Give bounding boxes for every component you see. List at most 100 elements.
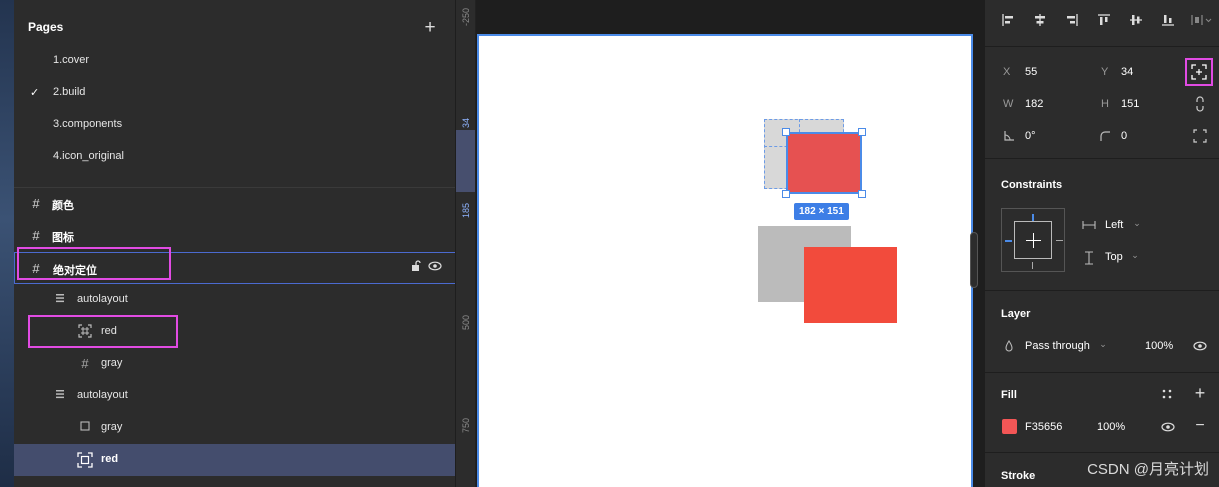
x-label: X (1003, 66, 1011, 78)
page-item-icon-original[interactable]: 4.icon_original (53, 150, 124, 162)
h-label: H (1101, 98, 1109, 110)
unlock-icon[interactable] (408, 260, 424, 276)
ruler-label: 500 (461, 314, 471, 330)
absolute-frame-icon (77, 452, 93, 468)
align-center-h-icon[interactable] (1031, 13, 1049, 31)
fill-color-swatch[interactable] (1002, 419, 1017, 434)
frame-hash-icon: # (32, 196, 40, 211)
highlight-box (28, 315, 178, 348)
rotation-icon (1001, 130, 1017, 145)
frame-hash-icon: # (32, 228, 40, 243)
resize-handle[interactable] (858, 190, 866, 198)
page-item-cover[interactable]: 1.cover (53, 54, 89, 66)
layer-row[interactable]: # gray (14, 348, 455, 380)
stroke-title: Stroke (1001, 470, 1036, 482)
rectangle-icon (77, 420, 93, 436)
layer-label: red (101, 453, 119, 465)
page-item-build[interactable]: 2.build (53, 86, 85, 98)
watermark: CSDN @月亮计划 (1087, 461, 1209, 478)
layer-title: Layer (1001, 308, 1031, 320)
y-label: Y (1101, 66, 1109, 78)
properties-panel: X 55 Y 34 W 182 H 151 0° 0 Constraints L… (984, 0, 1219, 487)
vertical-constraint-icon (1081, 251, 1097, 268)
align-bottom-icon[interactable] (1159, 13, 1177, 31)
align-center-v-icon[interactable] (1127, 13, 1145, 31)
distribute-menu-icon[interactable] (1189, 13, 1215, 31)
red-rect[interactable] (804, 247, 897, 323)
rotation-input[interactable]: 0° (1025, 130, 1036, 142)
style-grid-icon[interactable] (1159, 388, 1175, 403)
layer-label: 图标 (52, 232, 74, 244)
resize-handle[interactable] (782, 190, 790, 198)
blend-mode-select[interactable]: Pass through (1025, 340, 1090, 352)
divider (985, 290, 1219, 291)
layer-label: gray (101, 357, 123, 369)
constraint-left-bar[interactable] (1005, 240, 1012, 242)
constraint-center-v (1033, 233, 1034, 248)
remove-fill-icon[interactable]: − (1192, 417, 1208, 435)
fill-opacity-input[interactable]: 100% (1097, 421, 1125, 433)
resize-handle[interactable] (858, 128, 866, 136)
autolayout-icon (52, 292, 68, 308)
constraint-bottom-bar[interactable] (1032, 262, 1033, 269)
constraints-widget[interactable] (1001, 208, 1065, 272)
desktop-background (0, 0, 14, 487)
absolute-position-icon[interactable] (1191, 64, 1207, 83)
eye-icon[interactable] (1192, 340, 1208, 355)
artboard-frame[interactable]: 182 × 151 (477, 34, 973, 487)
chevron-down-icon: ⌄ (1131, 250, 1139, 260)
align-right-icon[interactable] (1063, 13, 1081, 31)
divider (985, 158, 1219, 159)
canvas[interactable]: 182 × 151 (476, 0, 984, 487)
resize-handle[interactable] (782, 128, 790, 136)
constraints-title: Constraints (1001, 179, 1063, 191)
ruler-label-selection-end: 185 (461, 202, 471, 218)
add-fill-icon[interactable]: + (1192, 384, 1208, 402)
constraint-right-bar[interactable] (1056, 240, 1063, 241)
frame-hash-icon: # (81, 356, 89, 371)
layer-label: 颜色 (52, 200, 74, 212)
layer-label: gray (101, 421, 123, 433)
ruler-label: -250 (461, 7, 471, 26)
selected-red-rect[interactable] (786, 132, 862, 194)
chevron-down-icon: ⌄ (1133, 218, 1141, 228)
vertical-constraint-select[interactable]: Top (1105, 251, 1123, 263)
layer-row[interactable]: # 颜色 (14, 188, 455, 220)
align-left-icon[interactable] (999, 13, 1017, 31)
layer-row[interactable]: autolayout (14, 284, 455, 316)
scrollbar-handle[interactable] (970, 232, 978, 288)
divider (985, 372, 1219, 373)
ruler-label-selection-start: 34 (461, 117, 471, 128)
ruler-label: 750 (461, 417, 471, 433)
y-input[interactable]: 34 (1121, 66, 1133, 78)
layer-opacity-input[interactable]: 100% (1145, 340, 1173, 352)
autolayout-icon (52, 388, 68, 404)
divider (985, 46, 1219, 47)
layer-row-selected[interactable]: red (14, 444, 455, 476)
horizontal-constraint-icon (1081, 219, 1097, 233)
add-page-icon[interactable]: + (422, 18, 438, 37)
size-badge: 182 × 151 (794, 203, 849, 220)
highlight-box (17, 247, 171, 280)
h-input[interactable]: 151 (1121, 98, 1139, 110)
page-item-components[interactable]: 3.components (53, 118, 122, 130)
constraint-top-bar[interactable] (1032, 214, 1034, 221)
fill-title: Fill (1001, 389, 1017, 401)
w-input[interactable]: 182 (1025, 98, 1043, 110)
layer-row[interactable]: autolayout (14, 380, 455, 412)
pages-header: Pages (28, 20, 64, 34)
align-top-icon[interactable] (1095, 13, 1113, 31)
eye-icon[interactable] (1160, 421, 1176, 436)
layer-row[interactable]: gray (14, 412, 455, 444)
eye-icon[interactable] (427, 260, 443, 276)
horizontal-constraint-select[interactable]: Left (1105, 219, 1123, 231)
constrain-proportions-icon[interactable] (1192, 96, 1208, 115)
figma-editor: Pages + 1.cover ✓ 2.build 3.components 4… (0, 0, 1219, 487)
fill-hex-input[interactable]: F35656 (1025, 421, 1062, 433)
x-input[interactable]: 55 (1025, 66, 1037, 78)
chevron-down-icon: ⌄ (1099, 339, 1107, 349)
ruler-selection-band (456, 130, 475, 192)
divider (985, 452, 1219, 453)
corner-radius-input[interactable]: 0 (1121, 130, 1127, 142)
independent-corners-icon[interactable] (1192, 129, 1208, 146)
